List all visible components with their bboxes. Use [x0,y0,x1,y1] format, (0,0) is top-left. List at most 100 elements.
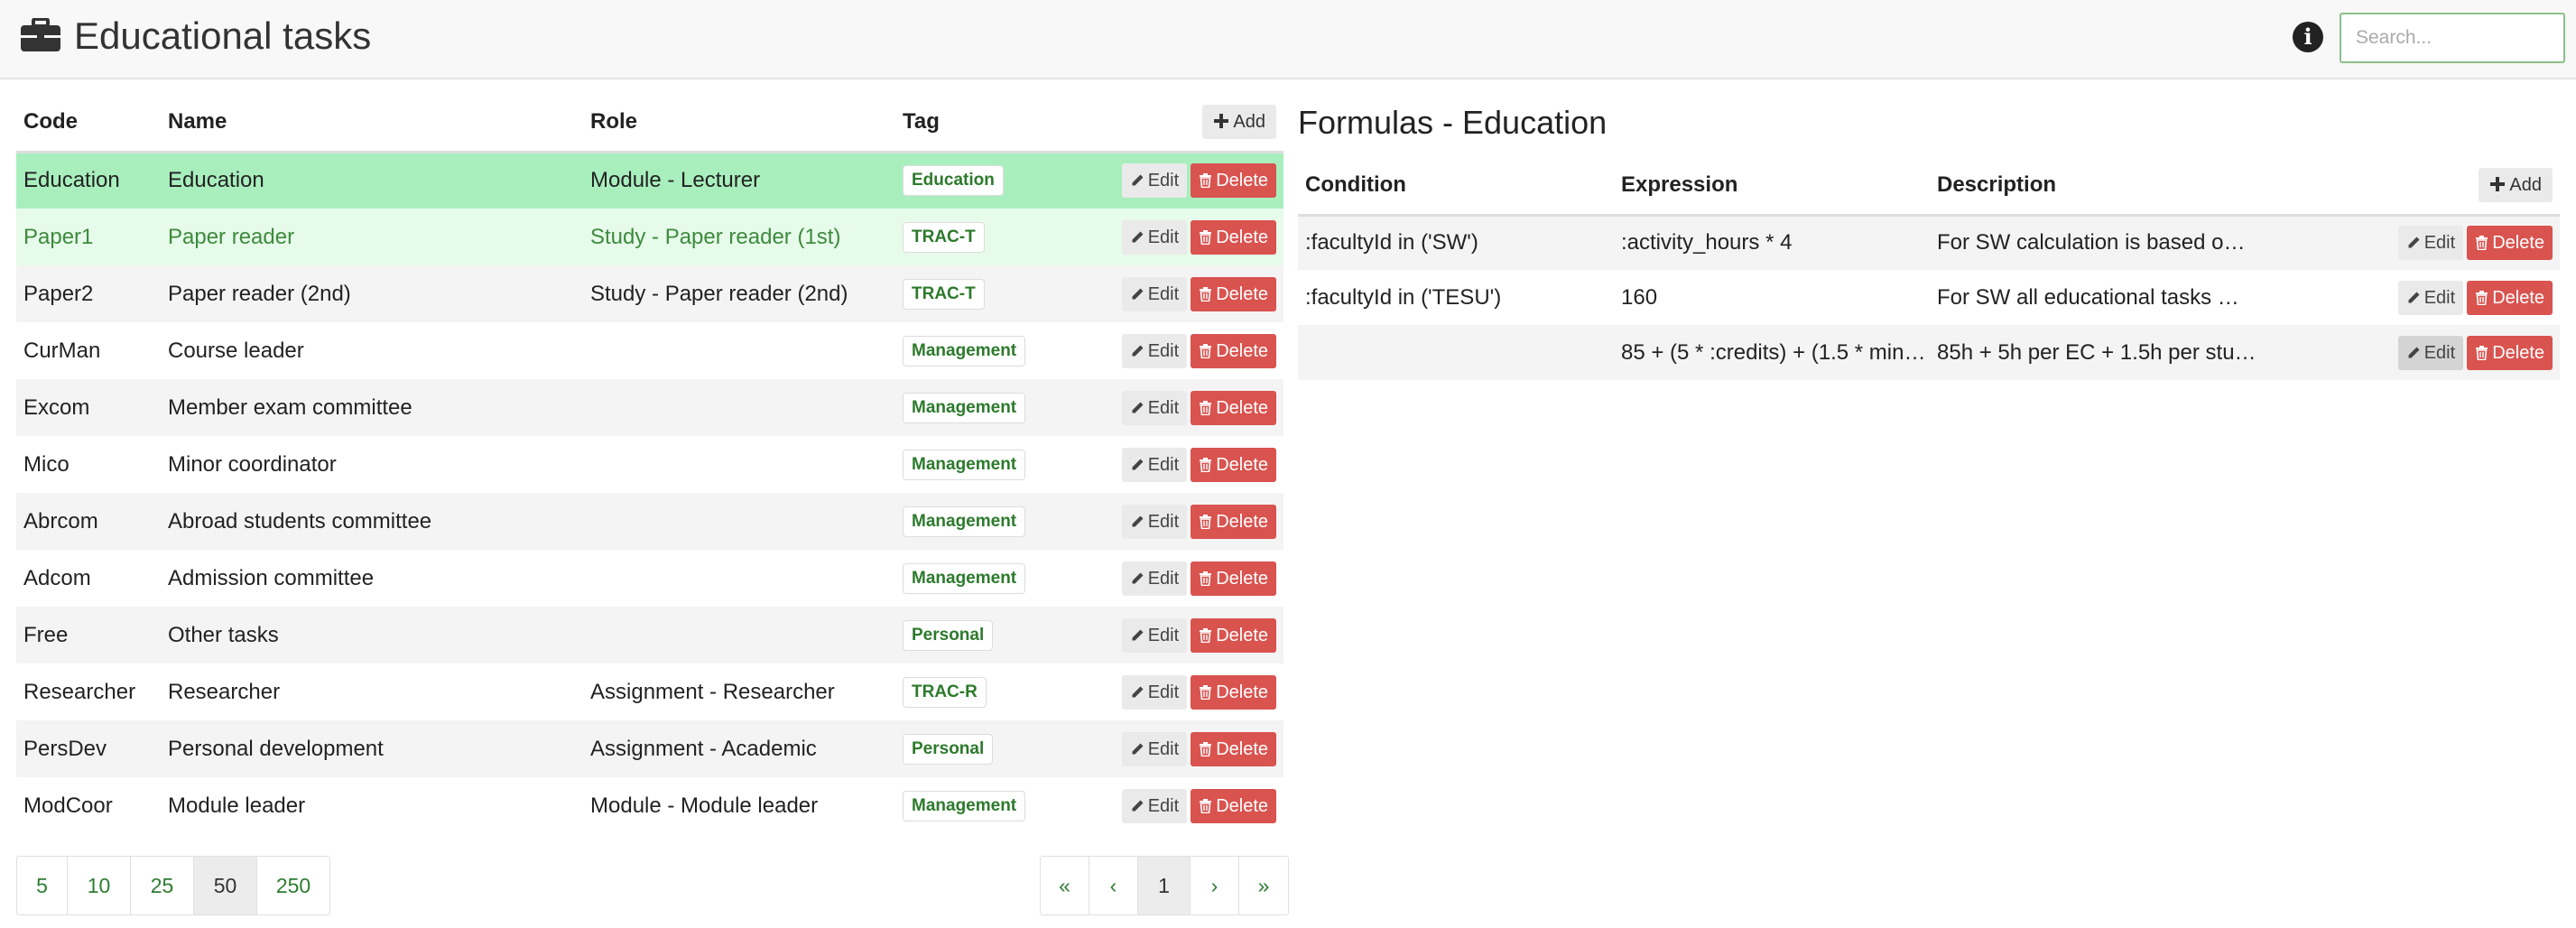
delete-button[interactable]: Delete [1191,447,1276,482]
delete-button[interactable]: Delete [1191,561,1276,596]
delete-button[interactable]: Delete [1191,788,1276,823]
page-size-selector: 5 10 25 50 250 [16,856,330,915]
column-header-tag[interactable]: Tag [895,94,1085,153]
trash-icon [2476,290,2488,305]
trash-icon [1200,286,1212,302]
edit-button[interactable]: Edit [1121,731,1188,766]
edit-button[interactable]: Edit [1121,788,1188,823]
formula-expression: :activity_hours * 4 [1621,230,1793,255]
trash-icon [1200,343,1212,358]
add-task-button[interactable]: Add [1202,105,1276,140]
edit-button[interactable]: Edit [2397,280,2464,315]
edit-button[interactable]: Edit [1121,674,1188,710]
task-code: PersDev [23,736,107,761]
task-row[interactable]: Abrcom Abroad students committee Managemen… [16,493,1283,550]
delete-button[interactable]: Delete [1191,504,1276,539]
column-header-name[interactable]: Name [161,94,583,153]
trash-icon [1200,741,1212,756]
page-size-option[interactable]: 10 [68,857,131,914]
page-button-current[interactable]: 1 [1138,857,1191,914]
trash-icon [1200,400,1212,415]
column-header-description[interactable]: Description [1930,157,2381,217]
last-page-button[interactable]: » [1239,857,1288,914]
formula-condition [1298,325,1614,380]
pencil-icon [1132,515,1144,526]
trash-icon [1200,798,1212,813]
task-role: Study - Paper reader (1st) [590,224,841,249]
edit-button[interactable]: Edit [1121,447,1188,482]
edit-button[interactable]: Edit [1121,333,1188,368]
edit-button[interactable]: Edit [1121,504,1188,539]
task-row[interactable]: Free Other tasks Personal Edit Delete [16,607,1283,664]
tasks-table: Code Name Role Tag Add Education Educatio… [16,94,1283,834]
edit-button[interactable]: Edit [1121,219,1188,255]
task-row[interactable]: Mico Minor coordinator Management Edit Delet… [16,436,1283,493]
page-size-option[interactable]: 25 [131,857,194,914]
edit-button[interactable]: Edit [2397,226,2464,261]
task-code: CurMan [23,338,101,363]
delete-button[interactable]: Delete [1191,674,1276,710]
info-icon[interactable]: i [2293,22,2323,52]
search-input[interactable] [2340,13,2565,63]
next-page-button[interactable]: › [1191,857,1239,914]
first-page-button[interactable]: « [1041,857,1089,914]
task-row[interactable]: CurMan Course leader Management Edit Delete [16,322,1283,379]
formulas-table: Condition Expression Description Add :fa… [1298,157,2560,380]
edit-button[interactable]: Edit [1121,617,1188,653]
tag-badge: Management [903,449,1026,480]
page-header: Educational tasks i [0,0,2576,79]
task-role: Study - Paper reader (2nd) [590,281,848,306]
tasks-table-header: Code Name Role Tag Add [16,94,1283,153]
tag-badge: Management [903,562,1026,594]
formulas-table-header: Condition Expression Description Add [1298,157,2560,217]
column-header-expression[interactable]: Expression [1614,157,1930,217]
page-size-option-active[interactable]: 50 [194,857,257,914]
page-size-option[interactable]: 5 [17,857,68,914]
edit-button[interactable]: Edit [1121,561,1188,596]
delete-button[interactable]: Delete [1191,390,1276,425]
delete-button[interactable]: Delete [1191,219,1276,255]
tag-badge: TRAC-T [903,221,985,253]
delete-button[interactable]: Delete [1191,276,1276,311]
task-row[interactable]: ModCoor Module leader Module - Module lead… [16,777,1283,834]
briefcase-icon [21,18,60,51]
page-size-option[interactable]: 250 [257,857,329,914]
delete-button[interactable]: Delete [2467,335,2553,370]
delete-button[interactable]: Delete [2467,226,2553,261]
delete-button[interactable]: Delete [2467,280,2553,315]
previous-page-button[interactable]: ‹ [1089,857,1138,914]
formula-row[interactable]: :facultyId in ('SW'):activity_hours * 4 F… [1298,215,2560,270]
task-name: Abroad students committee [168,508,432,534]
trash-icon [1200,684,1212,700]
column-header-role[interactable]: Role [583,94,895,153]
edit-button[interactable]: Edit [2397,335,2464,370]
task-row[interactable]: PersDev Personal development Assignment - … [16,720,1283,777]
task-row[interactable]: Researcher Researcher Assignment - Researc… [16,664,1283,720]
formula-condition: :facultyId in ('SW') [1305,230,1478,255]
delete-button[interactable]: Delete [1191,333,1276,368]
task-row[interactable]: Paper2 Paper reader (2nd) Study - Paper re… [16,265,1283,322]
task-role [583,493,895,550]
tag-badge: Management [903,506,1026,537]
task-row[interactable]: Education Education Module - Lecturer Educa… [16,152,1283,209]
delete-button[interactable]: Delete [1191,617,1276,653]
pencil-icon [1132,402,1144,413]
edit-button[interactable]: Edit [1121,163,1188,199]
delete-button[interactable]: Delete [1191,731,1276,766]
delete-button[interactable]: Delete [1191,163,1276,199]
task-name: Paper reader [168,224,295,249]
task-name: Member exam committee [168,394,412,420]
pencil-icon [2408,292,2420,302]
task-row[interactable]: Paper1 Paper reader Study - Paper reader (… [16,209,1283,265]
column-header-condition[interactable]: Condition [1298,157,1614,217]
formula-row[interactable]: :facultyId in ('TESU') 160 For SW all educ… [1298,270,2560,325]
task-name: Admission committee [168,565,375,590]
task-row[interactable]: Adcom Admission committee Management Edit De… [16,550,1283,607]
formula-row[interactable]: 85 + (5 * :credits) + (1.5 * min(… 85h + … [1298,325,2560,380]
column-header-code[interactable]: Code [16,94,161,153]
task-code: Mico [23,451,69,477]
task-row[interactable]: Excom Member exam committee Management Edit… [16,379,1283,436]
add-formula-button[interactable]: Add [2479,168,2553,203]
edit-button[interactable]: Edit [1121,390,1188,425]
edit-button[interactable]: Edit [1121,276,1188,311]
